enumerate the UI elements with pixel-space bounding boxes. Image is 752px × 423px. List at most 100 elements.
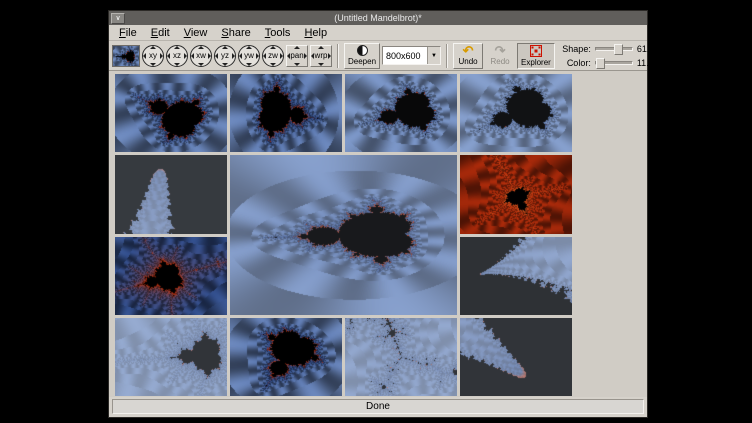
menu-help[interactable]: Help bbox=[297, 26, 334, 40]
app-window: ∨ (Untitled Mandelbrot)* File Edit View … bbox=[108, 10, 648, 418]
status-progress-bar: Done bbox=[112, 399, 644, 414]
arrow-left-icon[interactable] bbox=[215, 53, 218, 59]
arrow-up-icon[interactable] bbox=[150, 46, 156, 49]
fractal-mutation-thumbnail-7[interactable] bbox=[460, 155, 572, 234]
arrow-down-icon[interactable] bbox=[318, 63, 324, 66]
status-text: Done bbox=[366, 401, 390, 412]
deepen-button[interactable]: Deepen bbox=[344, 43, 380, 69]
warp-button[interactable]: wrp bbox=[310, 45, 332, 67]
color-slider[interactable] bbox=[595, 61, 633, 65]
rotate-zw-button[interactable]: zw bbox=[262, 45, 284, 67]
fractal-mutation-thumbnail-5[interactable] bbox=[115, 155, 227, 234]
menubar: File Edit View Share Tools Help bbox=[109, 25, 647, 41]
explorer-label: Explorer bbox=[521, 58, 551, 67]
shape-slider-value: 61.3 bbox=[637, 44, 661, 54]
menu-edit[interactable]: Edit bbox=[144, 26, 177, 40]
explorer-sliders: Shape: 61.3 Color: 11.8 bbox=[557, 44, 661, 68]
menu-view[interactable]: View bbox=[177, 26, 215, 40]
fractal-mutation-thumbnail-9[interactable] bbox=[115, 318, 227, 396]
rotate-xz-label: xz bbox=[173, 51, 181, 60]
arrow-up-icon[interactable] bbox=[198, 46, 204, 49]
desktop-background: ∨ (Untitled Mandelbrot)* File Edit View … bbox=[0, 0, 752, 423]
arrow-left-icon[interactable] bbox=[143, 53, 146, 59]
arrow-right-icon[interactable] bbox=[280, 53, 283, 59]
arrow-left-icon[interactable] bbox=[311, 53, 314, 59]
arrow-up-icon[interactable] bbox=[294, 46, 300, 49]
menu-tools[interactable]: Tools bbox=[258, 26, 298, 40]
fractal-mutation-thumbnail-3[interactable] bbox=[345, 74, 457, 152]
redo-label: Redo bbox=[490, 57, 509, 66]
size-select-value: 800x600 bbox=[383, 51, 427, 61]
arrow-down-icon[interactable] bbox=[222, 63, 228, 66]
arrow-down-icon[interactable] bbox=[294, 63, 300, 66]
menu-share[interactable]: Share bbox=[214, 26, 257, 40]
rotate-xw-label: xw bbox=[196, 51, 206, 60]
window-menu-button[interactable]: ∨ bbox=[111, 13, 125, 24]
warp-label: wrp bbox=[315, 51, 328, 60]
rotate-xz-button[interactable]: xz bbox=[166, 45, 188, 67]
color-slider-value: 11.8 bbox=[637, 58, 661, 68]
arrow-down-icon[interactable] bbox=[150, 63, 156, 66]
arrow-right-icon[interactable] bbox=[304, 53, 307, 59]
fractal-mutation-thumbnail-4[interactable] bbox=[460, 74, 572, 152]
rotate-yz-button[interactable]: yz bbox=[214, 45, 236, 67]
rotate-yw-button[interactable]: yw bbox=[238, 45, 260, 67]
fractal-mutation-thumbnail-11[interactable] bbox=[345, 318, 457, 396]
deepen-label: Deepen bbox=[348, 57, 376, 66]
fractal-mutation-thumbnail-12[interactable] bbox=[460, 318, 572, 396]
color-slider-label: Color: bbox=[557, 58, 591, 68]
arrow-up-icon[interactable] bbox=[246, 46, 252, 49]
explorer-grid bbox=[109, 71, 647, 397]
arrow-up-icon[interactable] bbox=[174, 46, 180, 49]
rotate-xy-label: xy bbox=[149, 51, 157, 60]
redo-icon: ↷ bbox=[495, 45, 506, 56]
pan-button[interactable]: pan bbox=[286, 45, 308, 67]
color-slider-thumb[interactable] bbox=[596, 58, 605, 69]
toolbar: xy xz xw yz yw zw pan wrp Deepen 800x600… bbox=[109, 41, 647, 71]
shape-slider[interactable] bbox=[595, 47, 633, 51]
window-title: (Untitled Mandelbrot)* bbox=[125, 13, 647, 23]
rotate-xw-button[interactable]: xw bbox=[190, 45, 212, 67]
rotate-xy-button[interactable]: xy bbox=[142, 45, 164, 67]
arrow-left-icon[interactable] bbox=[263, 53, 266, 59]
arrow-up-icon[interactable] bbox=[318, 46, 324, 49]
arrow-down-icon[interactable] bbox=[246, 63, 252, 66]
rotate-zw-label: zw bbox=[268, 51, 278, 60]
arrow-left-icon[interactable] bbox=[167, 53, 170, 59]
arrow-right-icon[interactable] bbox=[256, 53, 259, 59]
rotate-yw-label: yw bbox=[244, 51, 254, 60]
toolbar-separator bbox=[337, 44, 339, 68]
pan-label: pan bbox=[290, 51, 303, 60]
explorer-toggle-button[interactable]: Explorer bbox=[517, 43, 555, 69]
arrow-right-icon[interactable] bbox=[208, 53, 211, 59]
arrow-down-icon[interactable] bbox=[270, 63, 276, 66]
arrow-right-icon[interactable] bbox=[328, 53, 331, 59]
redo-button: ↷ Redo bbox=[485, 43, 515, 69]
arrow-down-icon[interactable] bbox=[174, 63, 180, 66]
size-select[interactable]: 800x600 ▼ bbox=[382, 46, 441, 65]
arrow-left-icon[interactable] bbox=[191, 53, 194, 59]
arrow-left-icon[interactable] bbox=[239, 53, 242, 59]
arrow-down-icon[interactable] bbox=[198, 63, 204, 66]
arrow-up-icon[interactable] bbox=[222, 46, 228, 49]
chevron-down-icon[interactable]: ▼ bbox=[427, 47, 440, 64]
fractal-mutation-thumbnail-6[interactable] bbox=[115, 237, 227, 315]
arrow-left-icon[interactable] bbox=[287, 53, 290, 59]
arrow-right-icon[interactable] bbox=[160, 53, 163, 59]
shape-slider-thumb[interactable] bbox=[614, 44, 623, 55]
undo-icon: ↶ bbox=[463, 45, 474, 56]
arrow-up-icon[interactable] bbox=[270, 46, 276, 49]
deepen-icon bbox=[357, 45, 368, 56]
arrow-right-icon[interactable] bbox=[184, 53, 187, 59]
fractal-main-preview[interactable] bbox=[230, 155, 457, 315]
fractal-mutation-thumbnail-8[interactable] bbox=[460, 237, 572, 315]
explorer-grid-icon bbox=[530, 45, 542, 57]
fractal-mutation-thumbnail-1[interactable] bbox=[115, 74, 227, 152]
window-titlebar[interactable]: ∨ (Untitled Mandelbrot)* bbox=[109, 11, 647, 25]
fractal-mutation-thumbnail-10[interactable] bbox=[230, 318, 342, 396]
fractal-mutation-thumbnail-2[interactable] bbox=[230, 74, 342, 152]
arrow-right-icon[interactable] bbox=[232, 53, 235, 59]
undo-button[interactable]: ↶ Undo bbox=[453, 43, 483, 69]
fractal-preview-thumbnail bbox=[112, 45, 140, 67]
menu-file[interactable]: File bbox=[112, 26, 144, 40]
